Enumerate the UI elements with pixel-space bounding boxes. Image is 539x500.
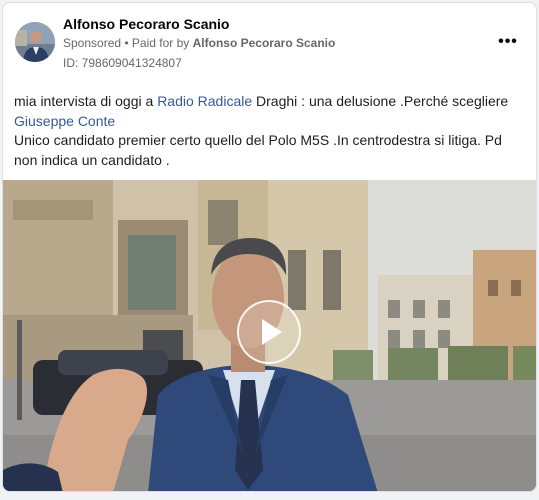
text-line1-part1: mia intervista di oggi a (14, 93, 158, 109)
more-options-button[interactable]: ••• (493, 31, 523, 53)
author-avatar[interactable] (15, 22, 55, 62)
paid-for-prefix: Paid for by (131, 36, 193, 50)
text-line3: Unico candidato premier certo quello del… (14, 132, 502, 168)
sponsored-label[interactable]: Sponsored (63, 36, 121, 50)
link-giuseppe-conte[interactable]: Giuseppe Conte (14, 113, 115, 129)
text-line1-part2: Draghi : una delusione .Perché scegliere (252, 93, 509, 109)
link-radio-radicale[interactable]: Radio Radicale (157, 93, 252, 109)
ad-post-card: Alfonso Pecoraro Scanio Sponsored • Paid… (2, 2, 537, 492)
post-text: mia intervista di oggi a Radio Radicale … (14, 92, 529, 170)
meta-separator: • (121, 36, 132, 50)
play-button[interactable] (237, 300, 301, 364)
ad-id: ID: 798609041324807 (63, 56, 182, 70)
paid-for-name: Alfonso Pecoraro Scanio (192, 36, 336, 50)
video-player[interactable] (3, 180, 536, 491)
more-horizontal-icon: ••• (498, 33, 518, 50)
sponsored-line: Sponsored • Paid for by Alfonso Pecoraro… (63, 36, 335, 50)
play-icon (262, 319, 282, 345)
author-name[interactable]: Alfonso Pecoraro Scanio (63, 16, 229, 32)
